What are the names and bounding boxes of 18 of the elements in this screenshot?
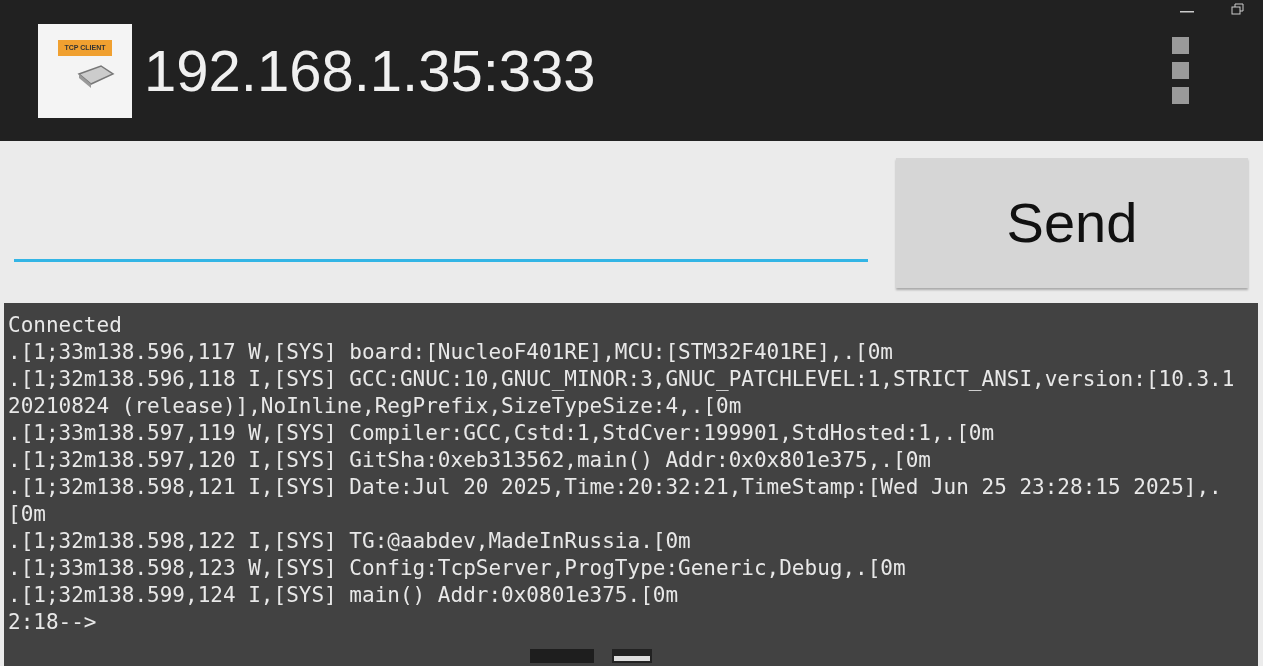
log-line: .[1;33m138.596,117 W,[SYS] board:[NucleoF401RE],MCU:[STM32F401RE],.[0m	[8, 339, 894, 366]
log-line: .[1;33m138.598,123 W,[SYS] Config:TcpServer,ProgType:Generic,Debug,.[0m	[8, 555, 907, 582]
log-line: Connected	[8, 312, 123, 339]
send-button[interactable]: Send	[896, 158, 1248, 288]
log-line: .[1;32m138.599,124 I,[SYS] main() Addr:0x0801e375.[0m	[8, 582, 680, 609]
minimize-icon[interactable]	[1180, 10, 1194, 14]
restore-icon[interactable]	[1231, 3, 1244, 15]
log-line: .[1;33m138.597,119 W,[SYS] Compiler:GCC,Cstd:1,StdCver:199901,StdHosted:1,.[0m	[8, 420, 996, 447]
log-line: 2:18-->	[8, 609, 98, 636]
router-icon	[75, 62, 115, 88]
overflow-menu-button[interactable]	[1172, 37, 1189, 104]
log-line: .[1;32m138.596,118 I,[SYS] GCC:GNUC:10,GNUC_MINOR:3,GNUC_PATCHLEVEL:1,STRICT_ANSI,version:[10.3.1	[8, 366, 1236, 393]
app-title: 192.168.1.35:333	[144, 37, 596, 105]
log-line: .[1;32m138.597,120 I,[SYS] GitSha:0xeb313562,main() Addr:0x0x801e375,.[0m	[8, 447, 932, 474]
log-line: [0m	[8, 501, 47, 528]
log-line: 20210824 (release)],NoInline,RegPrefix,SizeTypeSize:4,.[0m	[8, 393, 743, 420]
log-line: .[1;32m138.598,122 I,[SYS] TG:@aabdev,MadeInRussia.[0m	[8, 528, 692, 555]
log-line: .[1;32m138.598,121 I,[SYS] Date:Jul 20 2025,Time:20:32:21,TimeStamp:[Wed Jun 25 23:28:15 2025],.	[8, 474, 1223, 501]
